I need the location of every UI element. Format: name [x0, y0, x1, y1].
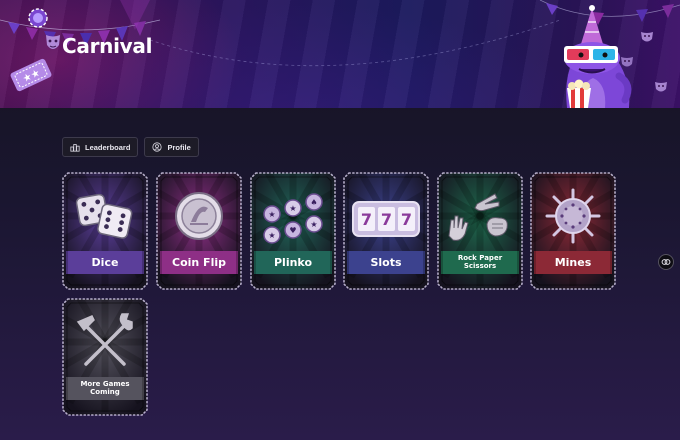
game-card-more-games: More Games Coming: [62, 298, 148, 416]
game-card-rock-paper-scissors[interactable]: Rock Paper Scissors: [437, 172, 523, 290]
header-banner: ★★ Carnival: [0, 0, 680, 108]
tools-icon: [76, 313, 133, 366]
theater-mask-icon: [46, 35, 60, 49]
game-card-label: Rock Paper Scissors: [457, 254, 503, 270]
podium-icon: [70, 144, 80, 152]
svg-text:♠: ♠: [310, 198, 317, 207]
profile-button[interactable]: Profile: [144, 137, 199, 157]
ticket-icon: ★★: [10, 58, 52, 92]
svg-text:7: 7: [381, 210, 392, 229]
game-card-label: Coin Flip: [172, 255, 226, 269]
svg-text:7: 7: [401, 210, 412, 229]
svg-text:♥: ♥: [289, 226, 296, 235]
slot-machine-icon: 777: [352, 201, 420, 237]
svg-text:7: 7: [361, 210, 372, 229]
mine-icon: [545, 188, 601, 244]
leaderboard-label: Leaderboard: [85, 142, 131, 152]
game-card-label: Plinko: [273, 255, 312, 269]
theater-mask-right-icon: [641, 32, 653, 42]
floating-action-button[interactable]: [658, 254, 674, 270]
game-card-coin-flip[interactable]: Coin Flip: [156, 172, 242, 290]
toolbar: Leaderboard Profile: [62, 137, 199, 157]
game-card-plinko[interactable]: ★ ★ ♠ ★ ♥ ★ Plinko: [250, 172, 336, 290]
profile-label: Profile: [167, 142, 191, 152]
page-title: Carnival: [62, 34, 153, 58]
svg-text:★: ★: [289, 204, 296, 213]
game-card-slots[interactable]: 777 Slots: [343, 172, 429, 290]
mascot-illustration: [564, 5, 632, 108]
svg-text:★: ★: [268, 210, 275, 219]
game-card-mines[interactable]: Mines: [530, 172, 616, 290]
leaderboard-button[interactable]: Leaderboard: [62, 137, 139, 157]
game-card-label: Dice: [91, 255, 119, 269]
theater-mask-right-icon-2: [655, 82, 667, 92]
hand-gestures-icon: [448, 193, 508, 241]
game-card-dice[interactable]: Dice: [62, 172, 148, 290]
game-card-label: Mines: [554, 255, 592, 269]
user-circle-icon: [152, 142, 163, 152]
svg-text:★: ★: [268, 231, 275, 240]
coin-icon: [175, 192, 223, 240]
game-controller-icon: [661, 259, 671, 265]
poker-chip-icon: [28, 8, 48, 28]
svg-text:★: ★: [310, 220, 317, 229]
plinko-chips-icon: ★ ★ ♠ ★ ♥ ★: [263, 193, 323, 244]
game-card-label: More Games Coming: [80, 380, 130, 396]
dice-icon: [75, 193, 133, 239]
game-card-label: Slots: [370, 255, 402, 269]
